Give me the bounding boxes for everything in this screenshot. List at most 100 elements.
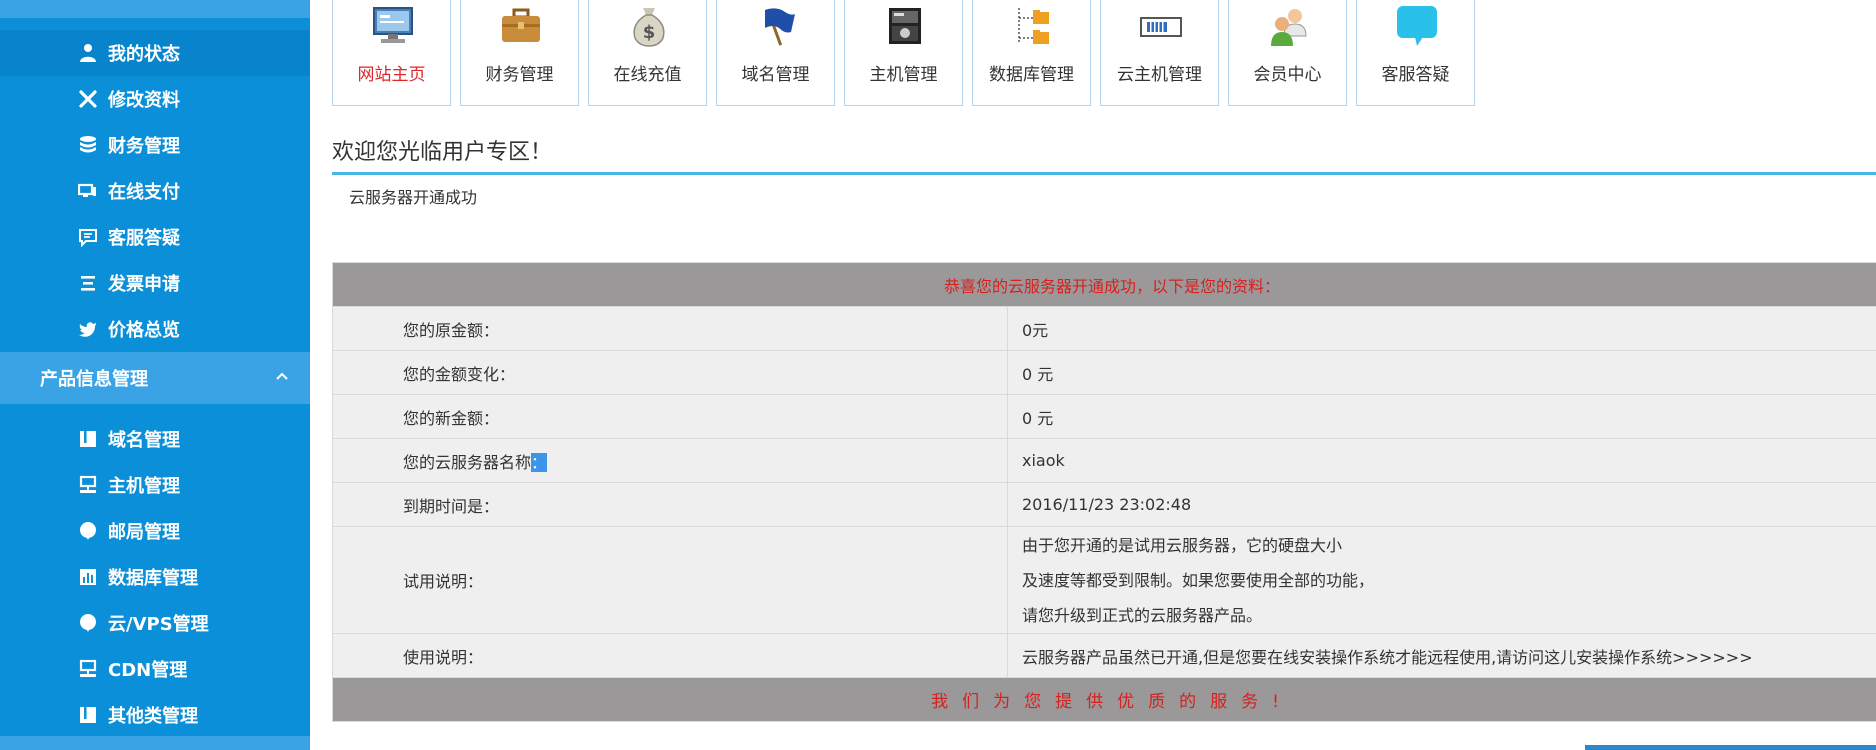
row-label: 您的云服务器名称： [332,438,1008,483]
database-icon [76,135,100,155]
sidebar-item-label: 域名管理 [108,430,180,451]
sidebar-item-label: 在线支付 [108,182,180,203]
sidebar-group-account[interactable] [0,0,310,18]
row-label: 您的新金额： [332,394,1008,439]
briefcase-icon [499,4,543,48]
sidebar-item-online-pay[interactable]: 在线支付 [0,168,310,214]
money-bag-icon: $ [627,4,671,48]
sidebar-item-support[interactable]: 客服答疑 [0,214,310,260]
sidebar-item-label: 客服答疑 [108,228,180,249]
table-header-row: 恭喜您的云服务器开通成功，以下是您的资料： [332,262,1876,307]
server-icon [76,659,100,679]
sidebar-item-database[interactable]: 数据库管理 [0,554,310,600]
nav-label: 主机管理 [869,65,938,85]
table-footer: 我们为您提供优质的服务! [332,677,1876,722]
tools-icon [76,89,100,109]
table-row: 您的新金额： 0 元 [332,394,1876,439]
speech-bubble-icon [1395,4,1439,48]
sidebar-item-label: CDN管理 [108,660,188,681]
nav-label: 会员中心 [1253,65,1322,85]
sidebar-item-domain[interactable]: 域名管理 [0,416,310,462]
nav-member-center[interactable]: 会员中心 [1228,0,1347,106]
row-value: 2016/11/23 23:02:48 [1007,482,1876,527]
table-header: 恭喜您的云服务器开通成功，以下是您的资料： [332,262,1876,307]
table-row: 您的原金额： 0元 [332,306,1876,351]
sidebar-item-label: 数据库管理 [108,568,198,589]
sidebar-item-price-overview[interactable]: 价格总览 [0,306,310,352]
sidebar-group-product[interactable]: 产品信息管理 [0,352,310,404]
nav-home[interactable]: 网站主页 [332,0,451,106]
table-row: 您的金额变化： 0 元 [332,350,1876,395]
nav-recharge[interactable]: $ 在线充值 [588,0,707,106]
sidebar-item-finance[interactable]: 财务管理 [0,122,310,168]
nav-label: 客服答疑 [1381,65,1450,85]
memory-icon [1139,4,1183,48]
bar-chart-icon [76,567,100,587]
table-row-usage: 使用说明： 云服务器产品虽然已开通,但是您要在线安装操作系统才能远程使用,请访问… [332,633,1876,678]
table-row-trial: 试用说明： 由于您开通的是试用云服务器，它的硬盘大小 及速度等都受到限制。如果您… [332,526,1876,634]
monitor-icon [371,4,415,48]
sidebar: 我的状态 修改资料 财务管理 在线支付 客服答疑 发票申请 价格总览 产品信息管… [0,0,310,750]
row-label: 到期时间是： [332,482,1008,527]
folder-tree-icon [1011,4,1055,48]
row-value: 云服务器产品虽然已开通,但是您要在线安装操作系统才能远程使用,请访问这儿安装操作… [1007,633,1876,678]
sidebar-item-cdn[interactable]: CDN管理 [0,646,310,692]
sidebar-item-other[interactable]: 其他类管理 [0,692,310,738]
selected-text: ： [531,452,548,472]
table-row: 您的云服务器名称： xiaok [332,438,1876,483]
sidebar-item-invoice[interactable]: 发票申请 [0,260,310,306]
sidebar-item-mail[interactable]: 邮局管理 [0,508,310,554]
sidebar-item-my-status[interactable]: 我的状态 [0,30,310,76]
page-title: 欢迎您光临用户专区！ [332,140,553,165]
row-label: 试用说明： [332,526,1008,634]
flag-icon [755,4,799,48]
nav-domain[interactable]: 域名管理 [716,0,835,106]
sidebar-group-label: 产品信息管理 [40,369,148,390]
row-label-text: 您的云服务器名称 [403,452,532,472]
sidebar-item-label: 云/VPS管理 [108,614,209,635]
nav-host[interactable]: 主机管理 [844,0,963,106]
nav-support[interactable]: 客服答疑 [1356,0,1475,106]
nav-cloud-host[interactable]: 云主机管理 [1100,0,1219,106]
user-icon [76,43,100,63]
sidebar-item-label: 价格总览 [108,320,180,341]
sidebar-item-cloud-vps[interactable]: 云/VPS管理 [0,600,310,646]
bubble-icon [76,521,100,541]
row-value: 0元 [1007,306,1876,351]
row-label: 使用说明： [332,633,1008,678]
sidebar-item-label: 主机管理 [108,476,180,497]
nav-database[interactable]: 数据库管理 [972,0,1091,106]
nav-label: 财务管理 [485,65,554,85]
row-value: 0 元 [1007,350,1876,395]
svg-text:$: $ [643,22,656,43]
list-icon [76,273,100,293]
sidebar-item-label: 发票申请 [108,274,180,295]
chevron-up-icon [272,366,292,386]
monitor-icon [76,181,100,201]
nav-label: 数据库管理 [989,65,1074,85]
row-label: 您的原金额： [332,306,1008,351]
nav-label: 域名管理 [741,65,810,85]
sidebar-item-host[interactable]: 主机管理 [0,462,310,508]
trial-line: 由于您开通的是试用云服务器，它的硬盘大小 [1022,535,1343,555]
row-value: 0 元 [1007,394,1876,439]
nav-label: 云主机管理 [1117,65,1202,85]
row-label: 您的金额变化： [332,350,1008,395]
book-icon [76,429,100,449]
install-os-link[interactable]: 云服务器产品虽然已开通,但是您要在线安装操作系统才能远程使用,请访问这儿安装操作… [1022,648,1753,667]
row-value: 由于您开通的是试用云服务器，它的硬盘大小 及速度等都受到限制。如果您要使用全部的… [1007,526,1876,634]
bubble-icon [76,613,100,633]
bird-icon [76,319,100,339]
trial-line: 请您升级到正式的云服务器产品。 [1022,605,1263,625]
chat-icon [76,227,100,247]
sidebar-item-label: 我的状态 [108,44,180,65]
sidebar-item-label: 邮局管理 [108,522,180,543]
nav-finance[interactable]: 财务管理 [460,0,579,106]
sidebar-item-label: 其他类管理 [108,706,198,727]
sidebar-item-edit-profile[interactable]: 修改资料 [0,76,310,122]
server-photo-icon [883,4,927,48]
nav-label: 在线充值 [613,65,682,85]
sidebar-item-label: 修改资料 [108,90,180,111]
sidebar-bottom-group[interactable] [0,736,310,750]
trial-line: 及速度等都受到限制。如果您要使用全部的功能， [1022,570,1375,590]
